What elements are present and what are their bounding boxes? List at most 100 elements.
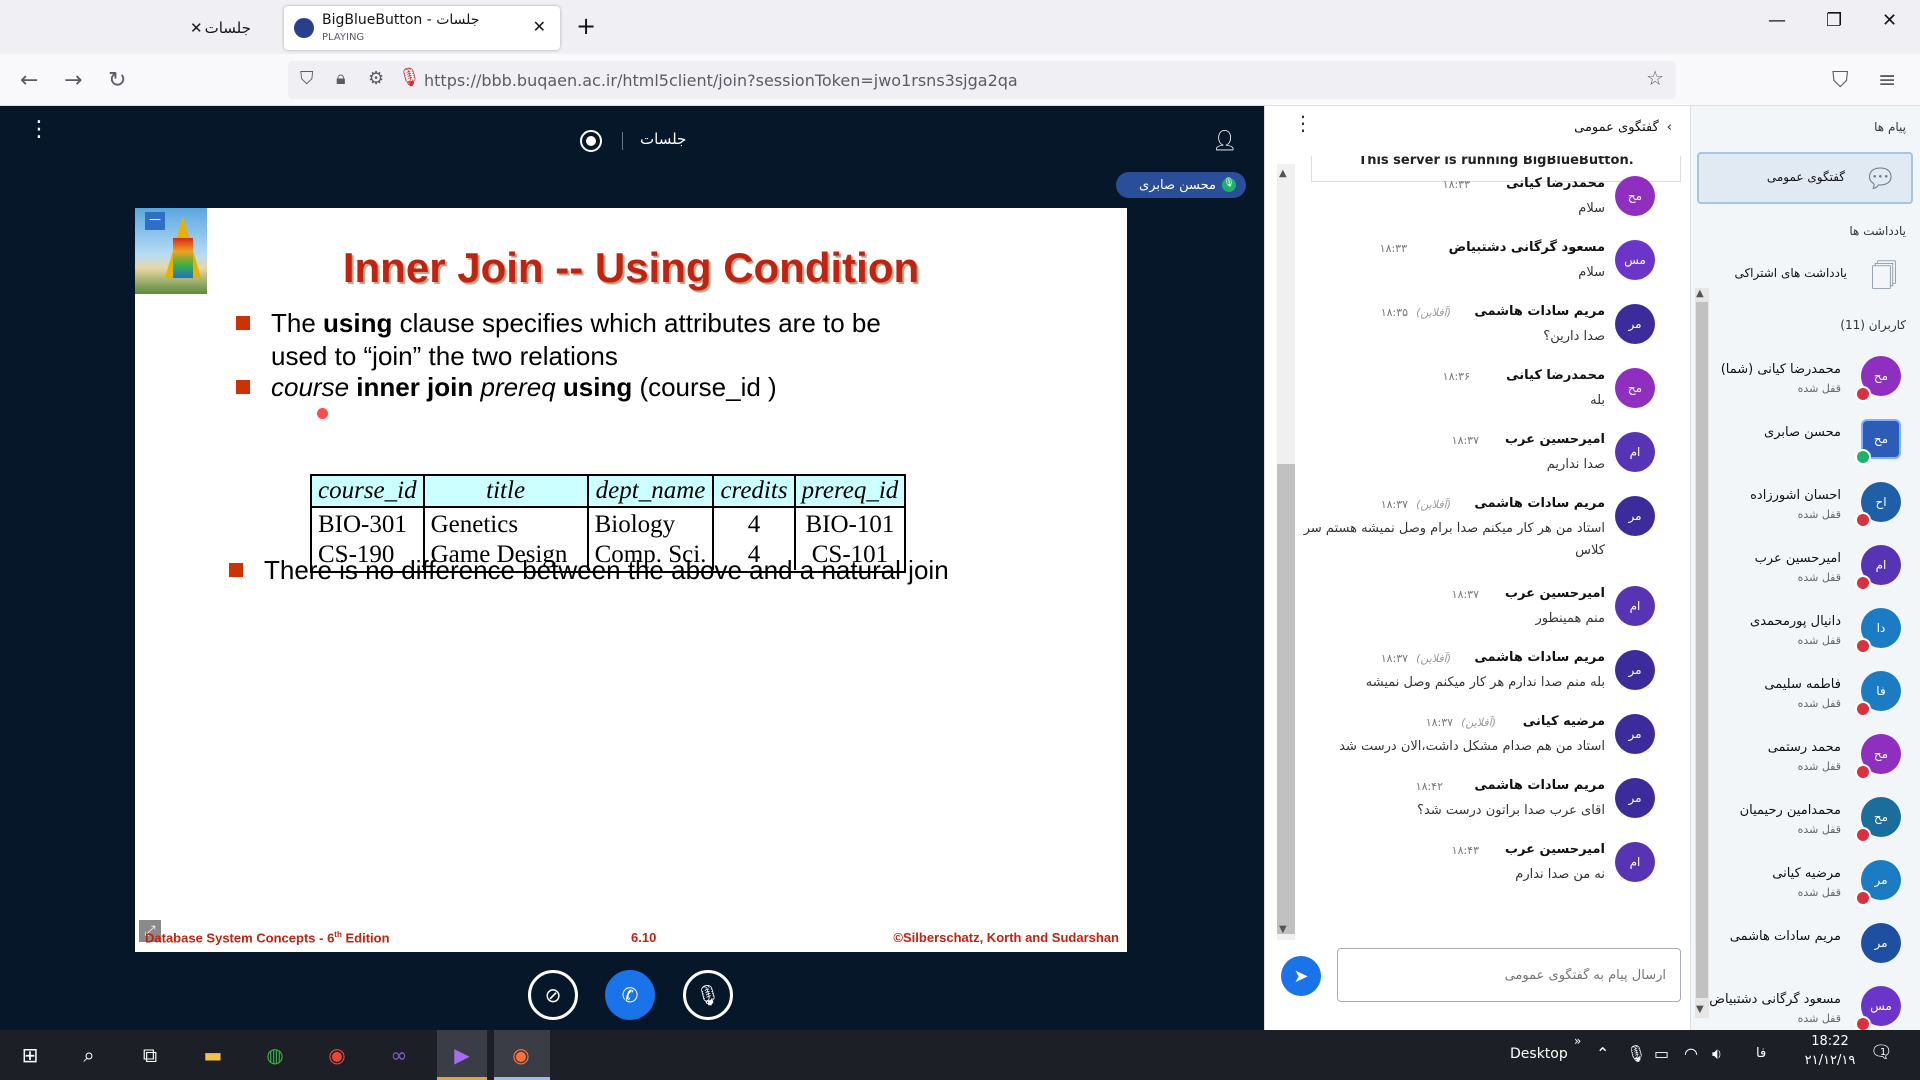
microphone-icon[interactable]: 🎙︎	[398, 67, 421, 88]
scroll-down-icon[interactable]: ▼	[1696, 1004, 1704, 1015]
minimize-presentation-icon[interactable]: —	[145, 212, 165, 230]
avatar: ام	[1615, 842, 1655, 882]
menu-icon[interactable]: ≡	[1878, 68, 1896, 93]
users-title: کاربران (11)	[1840, 318, 1906, 332]
user-name: مسعود گرگانی دشتبیاض	[1709, 992, 1841, 1007]
tab-title: BigBlueButton - جلسات	[322, 12, 480, 28]
message-sender: مسعود گرگانی دشتبیاض	[1448, 240, 1605, 255]
new-tab-button[interactable]: +	[576, 12, 596, 40]
toolbar-expand-icon[interactable]: »	[1574, 1034, 1581, 1048]
presenter-name: محسن صابری	[1139, 177, 1216, 193]
scroll-up-icon[interactable]: ▲	[1696, 288, 1704, 299]
locked-status: قفل شده	[1797, 1012, 1841, 1025]
send-arrow-icon: ➤	[1293, 965, 1309, 987]
clock-date: ۲۱/۱۲/۱۹	[1804, 1053, 1856, 1068]
send-button[interactable]: ➤	[1281, 956, 1321, 996]
user-list-item[interactable]: مح محمدامین رحیمیان قفل شده	[1711, 793, 1901, 851]
user-list-item[interactable]: فا فاطمه سلیمی قفل شده	[1711, 667, 1901, 725]
table-header: course_id	[310, 474, 425, 508]
microphone-tray-icon[interactable]: 🎙︎	[1626, 1044, 1646, 1063]
microphone-icon: 🎙︎	[1222, 178, 1236, 192]
recording-icon[interactable]	[580, 130, 602, 152]
lock-icon[interactable]: 🔒︎	[336, 68, 346, 89]
browser-tab-bar: ✕ جلسات BigBlueButton - جلسات PLAYING ✕ …	[0, 0, 1920, 54]
scroll-down-icon[interactable]: ▼	[1279, 924, 1287, 935]
user-list-item[interactable]: اح احسان اشورزاده قفل شده	[1711, 478, 1901, 536]
chat-header[interactable]: گفتگوی عمومی ‹	[1574, 120, 1672, 135]
close-tab-icon[interactable]: ✕	[533, 17, 546, 36]
user-list-item[interactable]: مح محمدرضا کیانی (شما) قفل شده	[1711, 352, 1901, 410]
presentation-area: ⋮ جلسات 👤︎ محسن صابری 🎙︎ — Inner Join --…	[0, 106, 1264, 1030]
table-header: dept_name	[586, 474, 715, 508]
user-icon[interactable]: 👤︎	[1212, 128, 1237, 152]
close-window-button[interactable]: ✕	[1882, 10, 1897, 31]
chrome-icon[interactable]: ◉	[322, 1040, 352, 1070]
close-icon[interactable]: ✕	[190, 19, 203, 37]
url-text[interactable]: https://bbb.buqaen.ac.ir/html5client/joi…	[424, 71, 1018, 90]
visual-studio-icon[interactable]: ∞	[384, 1040, 414, 1070]
forward-arrow-icon[interactable]: →	[64, 68, 82, 93]
user-list-sidebar: پیام ها 💬︎ گفتگوی عمومی یادداشت ها 🗍 یاد…	[1690, 106, 1920, 1032]
audio-phone-button[interactable]: ✆	[605, 970, 655, 1020]
taskbar-active-app[interactable]: ▶	[437, 1030, 487, 1080]
camera-off-button[interactable]: ⊘	[528, 970, 578, 1020]
chat-message-input[interactable]	[1337, 948, 1681, 1002]
reload-icon[interactable]: ↻	[108, 68, 126, 93]
user-list-item[interactable]: ام امیرحسین عرب قفل شده	[1711, 541, 1901, 599]
message-text: استاد من هم صدام مشکل داشت،الان درست شد	[1339, 739, 1605, 754]
user-avatar: مر	[1861, 923, 1901, 963]
bullet-icon	[229, 563, 243, 577]
file-explorer-icon[interactable]: ▬	[198, 1040, 228, 1070]
bookmark-star-icon[interactable]: ☆	[1646, 66, 1664, 90]
pocket-icon[interactable]: ⛉	[1832, 68, 1849, 93]
minimize-button[interactable]: —	[1768, 10, 1786, 31]
user-list-item[interactable]: مر مرضیه کیانی قفل شده	[1711, 856, 1901, 914]
desktop-toolbar-label[interactable]: Desktop	[1510, 1046, 1568, 1062]
task-view-icon[interactable]: ⧉	[135, 1040, 165, 1070]
user-list-item[interactable]: مر مریم سادات هاشمی	[1711, 919, 1901, 977]
mute-mic-button[interactable]: 🎙︎	[683, 970, 733, 1020]
message-meta: ۱۸:۳۷	[1452, 434, 1487, 447]
address-bar[interactable]: ⛉ 🔒︎ ⚙ 🎙︎ https://bbb.buqaen.ac.ir/html5…	[288, 61, 1676, 99]
firefox-icon: ◉	[512, 1043, 530, 1067]
avatar: مر	[1615, 650, 1655, 690]
permissions-icon[interactable]: ⚙	[368, 68, 384, 89]
battery-icon[interactable]: ▭	[1654, 1044, 1669, 1063]
user-list-item[interactable]: مح محمد رستمی قفل شده	[1711, 730, 1901, 788]
slide-number: 6.10	[631, 930, 657, 945]
chat-panel: ⋮ گفتگوی عمومی ‹ This server is running B…	[1264, 106, 1690, 1030]
table-header: credits	[712, 474, 796, 508]
chevron-up-icon[interactable]: ⌃	[1596, 1044, 1609, 1063]
offline-status: (آفلاین)	[1416, 498, 1451, 511]
message-sender: امیرحسین عرب	[1504, 586, 1605, 601]
user-name: دانیال پورمحمدی	[1750, 614, 1841, 629]
volume-icon[interactable]: 🔉︎	[1712, 1044, 1722, 1064]
muted-mic-icon	[1855, 575, 1871, 591]
user-list-item[interactable]: دا دانیال پورمحمدی قفل شده	[1711, 604, 1901, 662]
chat-options-kebab-icon[interactable]: ⋮	[1293, 113, 1313, 133]
cursor-pointer	[317, 408, 328, 419]
windows-start-icon[interactable]: ⊞	[15, 1040, 45, 1070]
wifi-icon[interactable]: ◠	[1684, 1044, 1698, 1063]
users-scrollbar[interactable]: ▲ ▼	[1695, 288, 1709, 1018]
restore-button[interactable]: ❐	[1826, 10, 1842, 31]
language-indicator[interactable]: فا	[1756, 1046, 1766, 1061]
back-arrow-icon[interactable]: ←	[20, 68, 38, 93]
options-kebab-icon[interactable]: ⋮	[28, 119, 50, 141]
muted-mic-icon	[1855, 701, 1871, 717]
shield-icon[interactable]: ⛉	[300, 68, 314, 89]
message-meta: ۱۸:۳۳	[1443, 178, 1478, 191]
search-icon[interactable]: ⌕	[74, 1040, 104, 1070]
message-sender: امیرحسین عرب	[1504, 432, 1605, 447]
scroll-thumb[interactable]	[1696, 302, 1708, 998]
public-chat-item[interactable]: 💬︎ گفتگوی عمومی	[1697, 152, 1913, 204]
taskbar-firefox[interactable]: ◉	[494, 1030, 550, 1080]
tab-active[interactable]: BigBlueButton - جلسات PLAYING ✕	[284, 6, 560, 50]
bullet3-text: There is no difference between the above…	[264, 555, 949, 585]
user-list-item[interactable]: مح محسن صابری	[1711, 415, 1901, 473]
clock[interactable]: 18:22 ۲۱/۱۲/۱۹	[1798, 1034, 1862, 1068]
muted-mic-icon	[1855, 512, 1871, 528]
internet-download-manager-icon[interactable]: ◍	[260, 1040, 290, 1070]
shared-notes-item[interactable]: 🗍 یادداشت های اشتراکی	[1697, 252, 1913, 298]
tab-inactive[interactable]: ✕ جلسات	[190, 12, 280, 44]
